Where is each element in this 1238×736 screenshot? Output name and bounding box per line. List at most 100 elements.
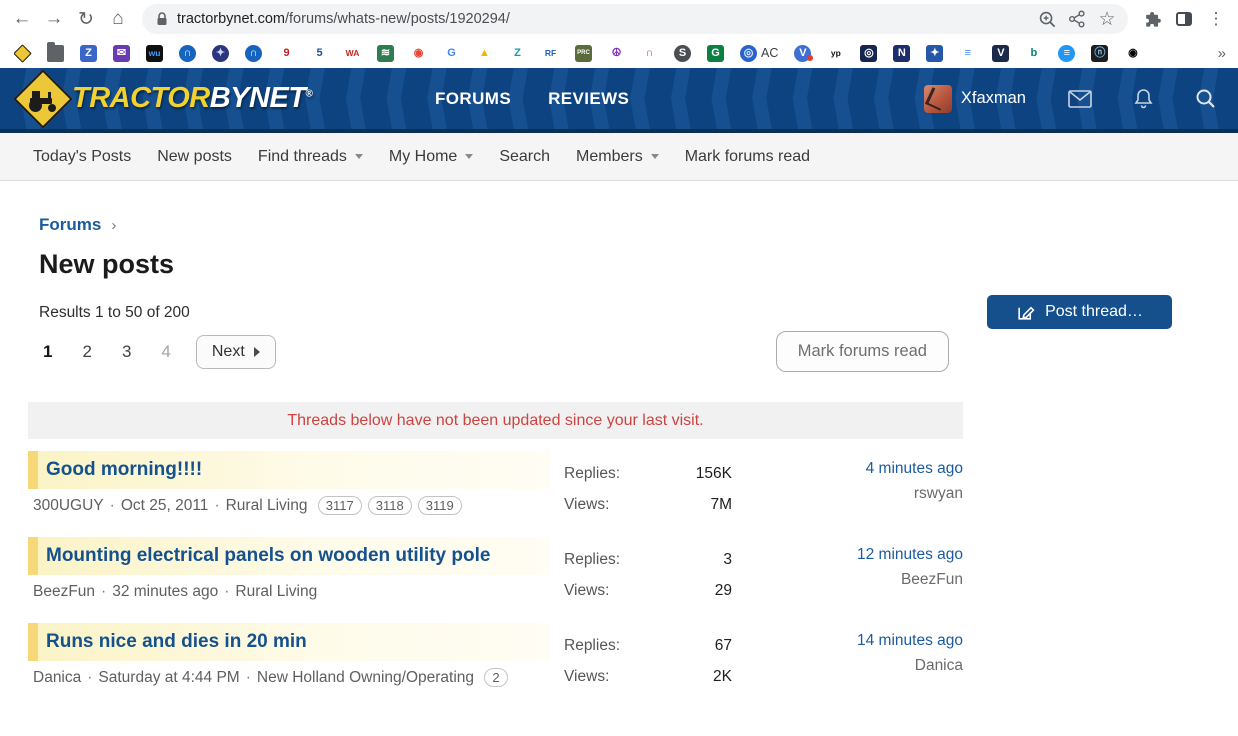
subnav-search[interactable]: Search: [499, 148, 550, 166]
post-thread-button[interactable]: Post thread…: [987, 295, 1172, 329]
noaa-favicon-2[interactable]: ∩: [245, 45, 262, 62]
unread-marker-bar: [28, 623, 38, 661]
thread-author-link[interactable]: BeezFun: [33, 583, 95, 600]
share-icon[interactable]: [1062, 5, 1092, 33]
page-1-link[interactable]: 1: [43, 342, 52, 362]
folder-favicon[interactable]: [47, 45, 64, 62]
prc-favicon[interactable]: PRC: [575, 45, 592, 62]
zillow-favicon[interactable]: Z: [509, 45, 526, 62]
page-3-link[interactable]: 3: [122, 342, 131, 362]
side-panel-icon[interactable]: [1168, 3, 1200, 35]
tractor-crossing-favicon[interactable]: [14, 45, 31, 62]
farm-green-favicon[interactable]: ≋: [377, 45, 394, 62]
views-count: 7M: [710, 489, 732, 520]
cbs-eye-favicon[interactable]: ◉: [1124, 45, 1141, 62]
thread-author-link[interactable]: 300UGUY: [33, 497, 104, 514]
last-post-time-link[interactable]: 4 minutes ago: [732, 457, 963, 482]
thread-page-pill[interactable]: 3118: [368, 496, 412, 515]
blue-badge-favicon[interactable]: ≡: [1058, 45, 1075, 62]
bookmarks-bar: Z✉wu∩✦∩95WA≋◉G▲ZRFPRC☮∩SG◎ACVyp◎N✦≡Vb≡ⓝ◉…: [0, 38, 1238, 68]
thread-forum-link[interactable]: New Holland Owning/Operating: [257, 669, 474, 686]
peace-sign-favicon[interactable]: ☮: [608, 45, 625, 62]
google-drive-favicon[interactable]: ▲: [476, 45, 493, 62]
next-page-button[interactable]: Next: [196, 335, 276, 369]
url-text[interactable]: tractorbynet.com/forums/whats-new/posts/…: [177, 11, 510, 27]
search-icon[interactable]: [1195, 88, 1216, 109]
last-post-time-link[interactable]: 14 minutes ago: [732, 629, 963, 654]
address-bar[interactable]: tractorbynet.com/forums/whats-new/posts/…: [142, 4, 1128, 34]
results-count: Results 1 to 50 of 200: [39, 304, 963, 322]
channel-9-favicon[interactable]: 9: [278, 45, 295, 62]
avatar[interactable]: [924, 85, 952, 113]
nav-reviews[interactable]: REVIEWS: [548, 89, 629, 109]
google-favicon[interactable]: G: [443, 45, 460, 62]
replies-count: 3: [723, 544, 732, 575]
mark-forums-read-button[interactable]: Mark forums read: [776, 331, 949, 372]
site-logo[interactable]: TRACTORBYNET®: [12, 78, 312, 120]
thread-forum-link[interactable]: Rural Living: [235, 583, 317, 600]
thread-title-link[interactable]: Runs nice and dies in 20 min: [38, 623, 550, 661]
thread-page-pill[interactable]: 3117: [318, 496, 362, 515]
forward-icon[interactable]: →: [38, 3, 70, 35]
rainbow-arc-favicon[interactable]: ∩: [641, 45, 658, 62]
subnav-new-posts[interactable]: New posts: [157, 148, 232, 166]
channel-5-favicon[interactable]: 5: [311, 45, 328, 62]
wa-favicon[interactable]: WA: [344, 45, 361, 62]
federal-seal-favicon[interactable]: ✦: [212, 45, 229, 62]
messages-envelope-icon[interactable]: [1068, 90, 1092, 108]
google-news-favicon[interactable]: ≡: [959, 45, 976, 62]
google-maps-favicon[interactable]: ◉: [410, 45, 427, 62]
n-navy-favicon[interactable]: N: [893, 45, 910, 62]
w-emblem-favicon[interactable]: ◎: [860, 45, 877, 62]
home-icon[interactable]: ⌂: [102, 3, 134, 35]
page-2-link[interactable]: 2: [82, 342, 91, 362]
n-dark-favicon[interactable]: ⓝ: [1091, 45, 1108, 62]
mail-favicon[interactable]: ✉: [113, 45, 130, 62]
views-count: 2K: [713, 661, 732, 692]
s-globe-favicon[interactable]: S: [674, 45, 691, 62]
username[interactable]: Xfaxman: [961, 89, 1026, 108]
zoom-page-icon[interactable]: [1032, 5, 1062, 33]
rf-favicon[interactable]: RF: [542, 45, 559, 62]
ac-globe-favicon[interactable]: ◎AC: [740, 45, 778, 62]
yellowpages-favicon[interactable]: yp: [827, 45, 844, 62]
thread-author-link[interactable]: Danica: [33, 669, 81, 686]
back-icon[interactable]: ←: [6, 3, 38, 35]
subnav-find-threads[interactable]: Find threads: [258, 148, 363, 166]
extensions-puzzle-icon[interactable]: [1136, 3, 1168, 35]
v-notification-favicon[interactable]: V: [794, 45, 811, 62]
breadcrumb-forums-link[interactable]: Forums: [39, 215, 101, 234]
alerts-bell-icon[interactable]: [1134, 88, 1153, 109]
bing-favicon[interactable]: b: [1025, 45, 1042, 62]
bird-favicon[interactable]: ✦: [926, 45, 943, 62]
thread-date: 32 minutes ago: [112, 583, 218, 600]
thread-page-pill[interactable]: 2: [484, 668, 507, 687]
v-flag-favicon[interactable]: V: [992, 45, 1009, 62]
bookmark-star-icon[interactable]: ☆: [1092, 5, 1122, 33]
bookmarks-bar-items: Z✉wu∩✦∩95WA≋◉G▲ZRFPRC☮∩SG◎ACVyp◎N✦≡Vb≡ⓝ◉: [14, 38, 1208, 68]
subnav-todays-posts[interactable]: Today's Posts: [33, 148, 131, 166]
thread-stats: Replies:156K Views:7M: [564, 451, 732, 520]
page-content: Post thread… Forums New posts Results 1 …: [0, 215, 1238, 692]
reload-icon[interactable]: ↻: [70, 3, 102, 35]
subnav-mark-forums-read[interactable]: Mark forums read: [685, 148, 810, 166]
glassdoor-favicon[interactable]: G: [707, 45, 724, 62]
weather-underground-favicon[interactable]: wu: [146, 45, 163, 62]
browser-toolbar: ← → ↻ ⌂ tractorbynet.com/forums/whats-ne…: [0, 0, 1238, 38]
thread-title-link[interactable]: Good morning!!!!: [38, 451, 550, 489]
bookmarks-overflow-icon[interactable]: »: [1218, 45, 1226, 62]
unread-marker-bar: [28, 451, 38, 489]
thread-page-pill[interactable]: 3119: [418, 496, 462, 515]
subnav-my-home[interactable]: My Home: [389, 148, 473, 166]
z-app-favicon[interactable]: Z: [80, 45, 97, 62]
thread-forum-link[interactable]: Rural Living: [226, 497, 308, 514]
last-post-time-link[interactable]: 12 minutes ago: [732, 543, 963, 568]
noaa-favicon[interactable]: ∩: [179, 45, 196, 62]
browser-menu-icon[interactable]: ⋮: [1200, 3, 1232, 35]
page-4-link[interactable]: 4: [161, 342, 170, 362]
thread-title-link[interactable]: Mounting electrical panels on wooden uti…: [38, 537, 550, 575]
brand-wordmark: TRACTORBYNET®: [72, 82, 312, 115]
chevron-down-icon: [355, 154, 363, 159]
nav-forums[interactable]: FORUMS: [435, 89, 511, 109]
subnav-members[interactable]: Members: [576, 148, 659, 166]
